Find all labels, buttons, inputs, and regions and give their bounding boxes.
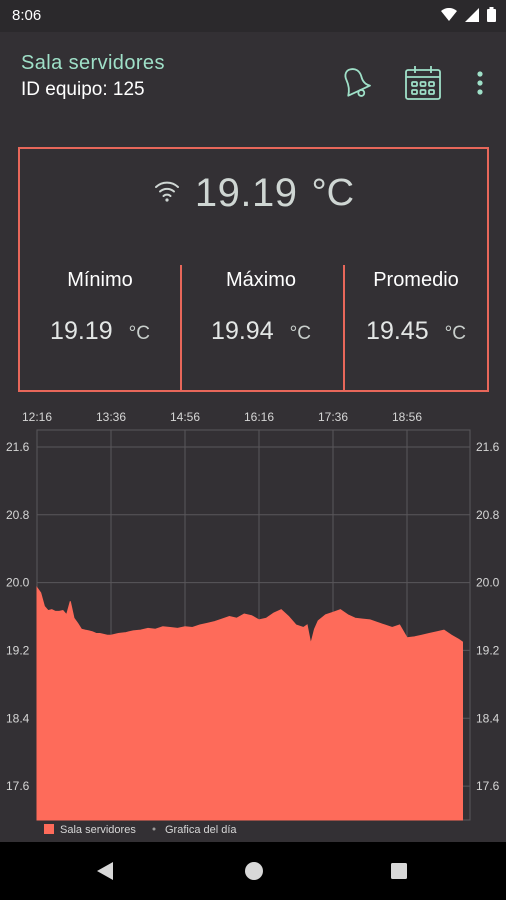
y-tick-label-left: 20.8 <box>6 508 30 522</box>
calendar-icon[interactable] <box>402 63 444 103</box>
stat-label: Promedio <box>373 269 459 291</box>
home-icon[interactable] <box>224 842 284 900</box>
y-tick-label-left: 18.4 <box>6 711 30 725</box>
stat-value: 19.94 <box>211 317 274 345</box>
battery-icon <box>487 7 496 27</box>
stat-maximum: Máximo 19.94 °C <box>183 265 339 392</box>
temperature-chart[interactable]: 21.6 21.6 20.8 20.8 20.0 20.0 19.2 19.2 18.4 18.4… <box>0 400 506 845</box>
wifi-icon <box>153 177 181 210</box>
current-temperature-value: 19.19 <box>194 171 298 215</box>
y-tick-label-left: 21.6 <box>6 440 30 454</box>
legend-label: Grafica del día <box>165 824 237 836</box>
y-tick-label-right: 19.2 <box>476 643 500 657</box>
stat-label: Máximo <box>225 269 296 291</box>
status-icons <box>441 7 496 27</box>
bell-icon[interactable] <box>332 60 376 104</box>
y-tick-label-right: 21.6 <box>476 440 500 454</box>
x-tick-label: 12:16 <box>22 410 52 424</box>
signal-icon <box>465 7 479 27</box>
stat-average: Promedio 19.45 °C <box>338 265 494 392</box>
x-tick-label: 17:36 <box>318 410 348 424</box>
y-tick-label-right: 17.6 <box>476 779 500 793</box>
recents-icon[interactable] <box>369 842 429 900</box>
status-time: 8:06 <box>12 7 42 24</box>
back-icon[interactable] <box>75 842 135 900</box>
stat-minimum: Mínimo 19.19 °C <box>22 265 178 392</box>
current-temperature-unit: °C <box>311 172 355 214</box>
y-tick-label-left: 20.0 <box>6 576 30 590</box>
stat-unit: °C <box>444 323 466 344</box>
system-nav-bar <box>0 842 506 900</box>
temperature-summary-card: 19.19 °C Mínimo 19.19 °C Máximo 19.94 °C P… <box>18 147 489 392</box>
legend-label: Sala servidores <box>60 824 136 836</box>
legend-swatch <box>44 824 54 834</box>
stat-value: 19.19 <box>50 317 113 345</box>
temperature-chart-svg[interactable]: 21.6 21.6 20.8 20.8 20.0 20.0 19.2 19.2 18.4 18.4… <box>0 400 506 845</box>
y-tick-label-right: 20.8 <box>476 508 500 522</box>
more-vert-icon[interactable] <box>468 66 492 100</box>
wifi-status-icon <box>441 7 457 27</box>
stat-label: Mínimo <box>67 269 133 291</box>
y-tick-label-left: 19.2 <box>6 643 30 657</box>
page-title: Sala servidores <box>21 52 165 74</box>
x-tick-label: 14:56 <box>170 410 200 424</box>
device-id: ID equipo: 125 <box>21 79 145 100</box>
legend-dot <box>152 827 156 831</box>
current-temperature: 19.19 °C <box>20 171 487 216</box>
app-header: Sala servidores ID equipo: 125 <box>0 32 506 120</box>
y-tick-label-right: 18.4 <box>476 711 500 725</box>
x-tick-label: 16:16 <box>244 410 274 424</box>
y-tick-label-left: 17.6 <box>6 779 30 793</box>
stat-divider <box>180 265 182 392</box>
x-tick-label: 13:36 <box>96 410 126 424</box>
stat-unit: °C <box>128 323 150 344</box>
stat-unit: °C <box>289 323 311 344</box>
y-tick-label-right: 20.0 <box>476 576 500 590</box>
stat-value: 19.45 <box>366 317 429 345</box>
x-tick-label: 18:56 <box>392 410 422 424</box>
series-area <box>36 586 463 821</box>
status-bar: 8:06 <box>0 0 506 32</box>
